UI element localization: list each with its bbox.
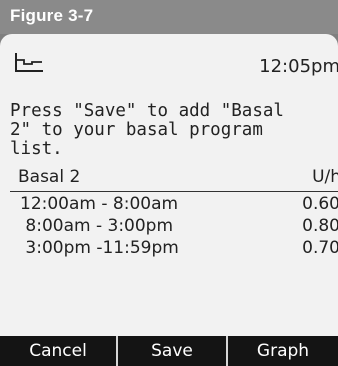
device-screen: 12:05pm Press "Save" to add "Basal 2" to…	[0, 34, 338, 366]
figure-header: Figure 3-7	[0, 0, 338, 34]
table-row: 12:00am - 8:00am 0.60	[10, 194, 338, 216]
unit-header: U/hr	[312, 167, 338, 187]
softkey-bar: Cancel Save Graph	[0, 336, 338, 366]
segment-time-range: 8:00am - 3:00pm	[20, 216, 174, 236]
figure-label: Figure 3-7	[10, 6, 94, 25]
basal-step-graph-icon	[15, 53, 43, 72]
segment-rate: 0.70	[302, 238, 338, 258]
program-name: Basal 2	[18, 167, 81, 187]
cancel-button[interactable]: Cancel	[0, 336, 118, 366]
save-button[interactable]: Save	[118, 336, 228, 366]
segment-time-range: 3:00pm -11:59pm	[20, 238, 179, 258]
basal-segment-list: 12:00am - 8:00am 0.60 8:00am - 3:00pm 0.…	[10, 194, 338, 260]
save-instruction-message: Press "Save" to add "Basal 2" to your ba…	[10, 101, 284, 159]
table-header: Basal 2 U/hr	[10, 167, 338, 192]
segment-time-range: 12:00am - 8:00am	[20, 194, 179, 214]
basal-program-table: Basal 2 U/hr 12:00am - 8:00am 0.60 8:00a…	[10, 167, 338, 260]
table-row: 8:00am - 3:00pm 0.80	[10, 216, 338, 238]
segment-rate: 0.60	[302, 194, 338, 214]
segment-rate: 0.80	[302, 216, 338, 236]
table-row: 3:00pm -11:59pm 0.70	[10, 238, 338, 260]
clock-time: 12:05pm	[259, 56, 338, 77]
graph-button[interactable]: Graph	[228, 336, 338, 366]
status-bar: 12:05pm	[0, 34, 338, 86]
